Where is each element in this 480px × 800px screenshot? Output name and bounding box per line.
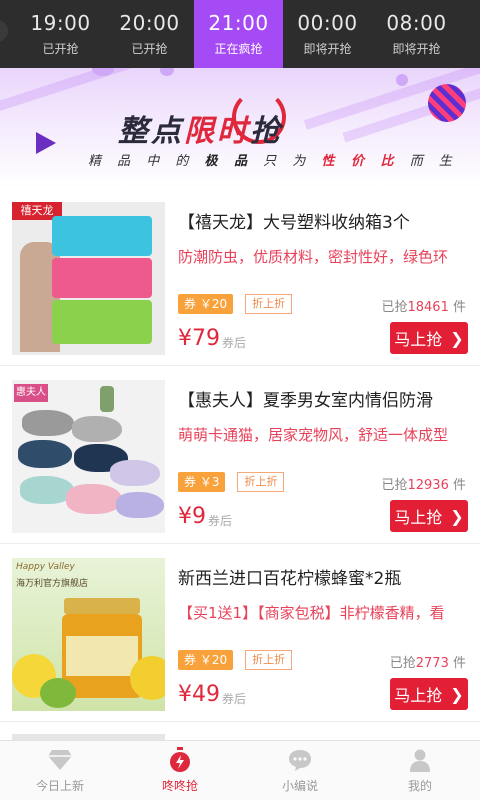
sold-prefix: 已抢 [381,478,408,493]
sold-count: 已抢12936 件 [381,474,466,493]
nav-label: 小编说 [281,779,318,793]
time-tab-time: 20:00 [119,10,180,35]
time-slot-bar: 19:00 已开抢 20:00 已开抢 21:00 正在疯抢 00:00 即将开… [0,0,480,68]
nav-label: 咚咚抢 [161,779,198,793]
product-card[interactable]: Happy Valley 海万利官方旗舰店 新西兰进口百花柠檬蜂蜜*2瓶 【买1… [0,544,480,722]
coupon-badge: 券 ￥20 [178,650,234,670]
price-note: 券后 [208,514,233,528]
discount-badge: 折上折 [245,294,293,314]
coupon-row: 券 ￥20 折上折 [178,294,293,314]
product-image-storage-boxes[interactable]: 禧天龙 [12,202,165,355]
banner-sub-part: 性 价 比 [321,154,400,169]
sold-count: 已抢18461 件 [381,296,466,315]
discount-badge: 折上折 [237,472,285,492]
time-tab-time: 21:00 [208,10,269,35]
diamond-icon [47,747,73,773]
discount-badge: 折上折 [245,650,293,670]
brand-script: Happy Valley [16,562,75,572]
product-description: 【买1送1】【商家包税】非柠檬香精，看 [178,604,445,622]
sold-number: 18461 [407,300,449,315]
sold-unit: 件 [452,656,466,671]
buy-now-button[interactable]: 马上抢 ❯ [390,500,468,532]
price-note: 券后 [222,692,247,706]
time-tab-time: 00:00 [297,10,358,35]
banner-sub-part: 只 为 [263,154,312,169]
banner-title-part: 抢 [250,114,283,149]
product-price: ¥49 [178,682,220,707]
product-image-slippers[interactable]: 惠夫人 [12,380,165,533]
time-tab-1900[interactable]: 19:00 已开抢 [16,0,105,68]
banner-sub-part: 极 品 [204,154,254,169]
price-note: 券后 [222,336,247,350]
buy-now-button[interactable]: 马上抢 ❯ [390,678,468,710]
buy-now-button[interactable]: 马上抢 ❯ [390,322,468,354]
coupon-row: 券 ￥3 折上折 [178,472,285,492]
app-root: 19:00 已开抢 20:00 已开抢 21:00 正在疯抢 00:00 即将开… [0,0,480,800]
nav-dongdong-qiang[interactable]: 咚咚抢 [120,741,240,800]
brand-store-name: 海万利官方旗舰店 [16,579,89,589]
time-bar-left-edge [0,0,16,68]
time-tab-0000[interactable]: 00:00 即将开抢 [283,0,372,68]
product-card[interactable]: 禧天龙 【禧天龙】大号塑料收纳箱3个 防潮防虫，优质材料，密封性好，绿色环 券 … [0,188,480,366]
brand-logo: 惠夫人 [14,384,48,402]
time-tab-2000[interactable]: 20:00 已开抢 [105,0,194,68]
product-image-honey[interactable]: Happy Valley 海万利官方旗舰店 [12,558,165,711]
nav-label: 今日上新 [35,779,84,793]
banner-title-part: 整点 [118,114,184,149]
sold-count: 已抢2773 件 [390,652,466,671]
coupon-badge: 券 ￥3 [178,472,226,492]
banner-sub-part: 精 品 中 的 [88,154,195,169]
time-tab-time: 08:00 [386,10,447,35]
sold-unit: 件 [452,478,466,493]
buy-now-label: 马上抢 [394,686,443,705]
person-icon [407,747,433,773]
time-tab-status: 已开抢 [131,41,168,56]
product-list: 禧天龙 【禧天龙】大号塑料收纳箱3个 防潮防虫，优质材料，密封性好，绿色环 券 … [0,188,480,762]
chat-bubble-icon [287,747,313,773]
coupon-badge: 券 ￥20 [178,294,234,314]
product-description: 萌萌卡通猫，居家宠物风，舒适一体成型 [178,426,449,444]
chevron-right-icon: ❯ [450,506,464,526]
chevron-right-icon: ❯ [450,328,464,348]
play-triangle-icon [36,132,56,154]
sold-prefix: 已抢 [381,300,408,315]
flash-sale-banner: 整点限时抢 精 品 中 的 极 品 只 为 性 价 比 而 生 [0,68,480,188]
banner-title-part: 限时 [184,114,250,149]
time-tab-0800[interactable]: 08:00 即将开抢 [372,0,461,68]
sold-prefix: 已抢 [389,656,416,671]
banner-title: 整点限时抢 [118,106,283,150]
buy-now-label: 马上抢 [394,508,443,527]
time-tab-status: 正在疯抢 [214,41,263,56]
chevron-right-icon: ❯ [450,684,464,704]
bottom-navigation: 今日上新 咚咚抢 小编说 我的 [0,740,480,800]
sold-number: 12936 [407,478,449,493]
product-title: 新西兰进口百花柠檬蜂蜜*2瓶 [178,569,402,589]
time-tab-2100-active[interactable]: 21:00 正在疯抢 [194,0,283,68]
time-tab-status: 已开抢 [42,41,79,56]
banner-subtitle: 精 品 中 的 极 品 只 为 性 价 比 而 生 [88,150,458,169]
stopwatch-icon [167,747,193,773]
nav-label: 我的 [407,779,432,793]
product-price: ¥9 [178,504,206,529]
product-price: ¥79 [178,326,220,351]
product-title: 【禧天龙】大号塑料收纳箱3个 [178,213,410,233]
product-title: 【惠夫人】夏季男女室内情侣防滑 [178,391,433,411]
sold-unit: 件 [452,300,466,315]
time-tab-status: 即将开抢 [303,41,352,56]
product-card[interactable]: 惠夫人 【惠夫人】夏季男女室内情侣防滑 萌萌卡通猫，居家宠物风，舒适一体成型 券… [0,366,480,544]
sold-number: 2773 [415,656,449,671]
time-tab-time: 19:00 [30,10,91,35]
time-tab-status: 即将开抢 [392,41,441,56]
banner-sub-part: 而 生 [409,154,458,169]
nav-mine[interactable]: 我的 [360,741,480,800]
product-description: 防潮防虫，优质材料，密封性好，绿色环 [178,248,449,266]
coupon-row: 券 ￥20 折上折 [178,650,293,670]
nav-today-new[interactable]: 今日上新 [0,741,120,800]
nav-editor-says[interactable]: 小编说 [240,741,360,800]
striped-ball-icon [428,84,466,122]
buy-now-label: 马上抢 [394,330,443,349]
